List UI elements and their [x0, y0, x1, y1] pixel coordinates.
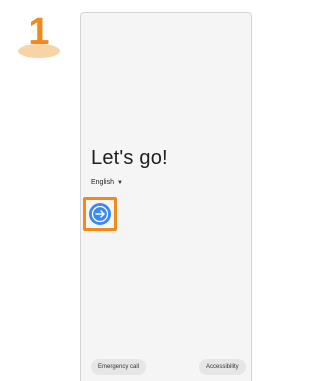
phone-screen: Let's go! English ▼ Emergency call Acces… [80, 12, 252, 381]
dropdown-caret-icon: ▼ [116, 179, 123, 186]
highlight-box [83, 197, 117, 231]
language-selector[interactable]: English ▼ [91, 179, 123, 186]
arrow-right-icon [91, 205, 109, 223]
language-label: English [91, 179, 114, 186]
step-marker: 1 [14, 11, 60, 60]
step-number: 1 [28, 11, 50, 53]
start-button[interactable] [89, 203, 111, 225]
welcome-title: Let's go! [91, 147, 168, 169]
accessibility-button[interactable]: Accessibility [199, 359, 246, 375]
emergency-call-button[interactable]: Emergency call [91, 359, 147, 375]
